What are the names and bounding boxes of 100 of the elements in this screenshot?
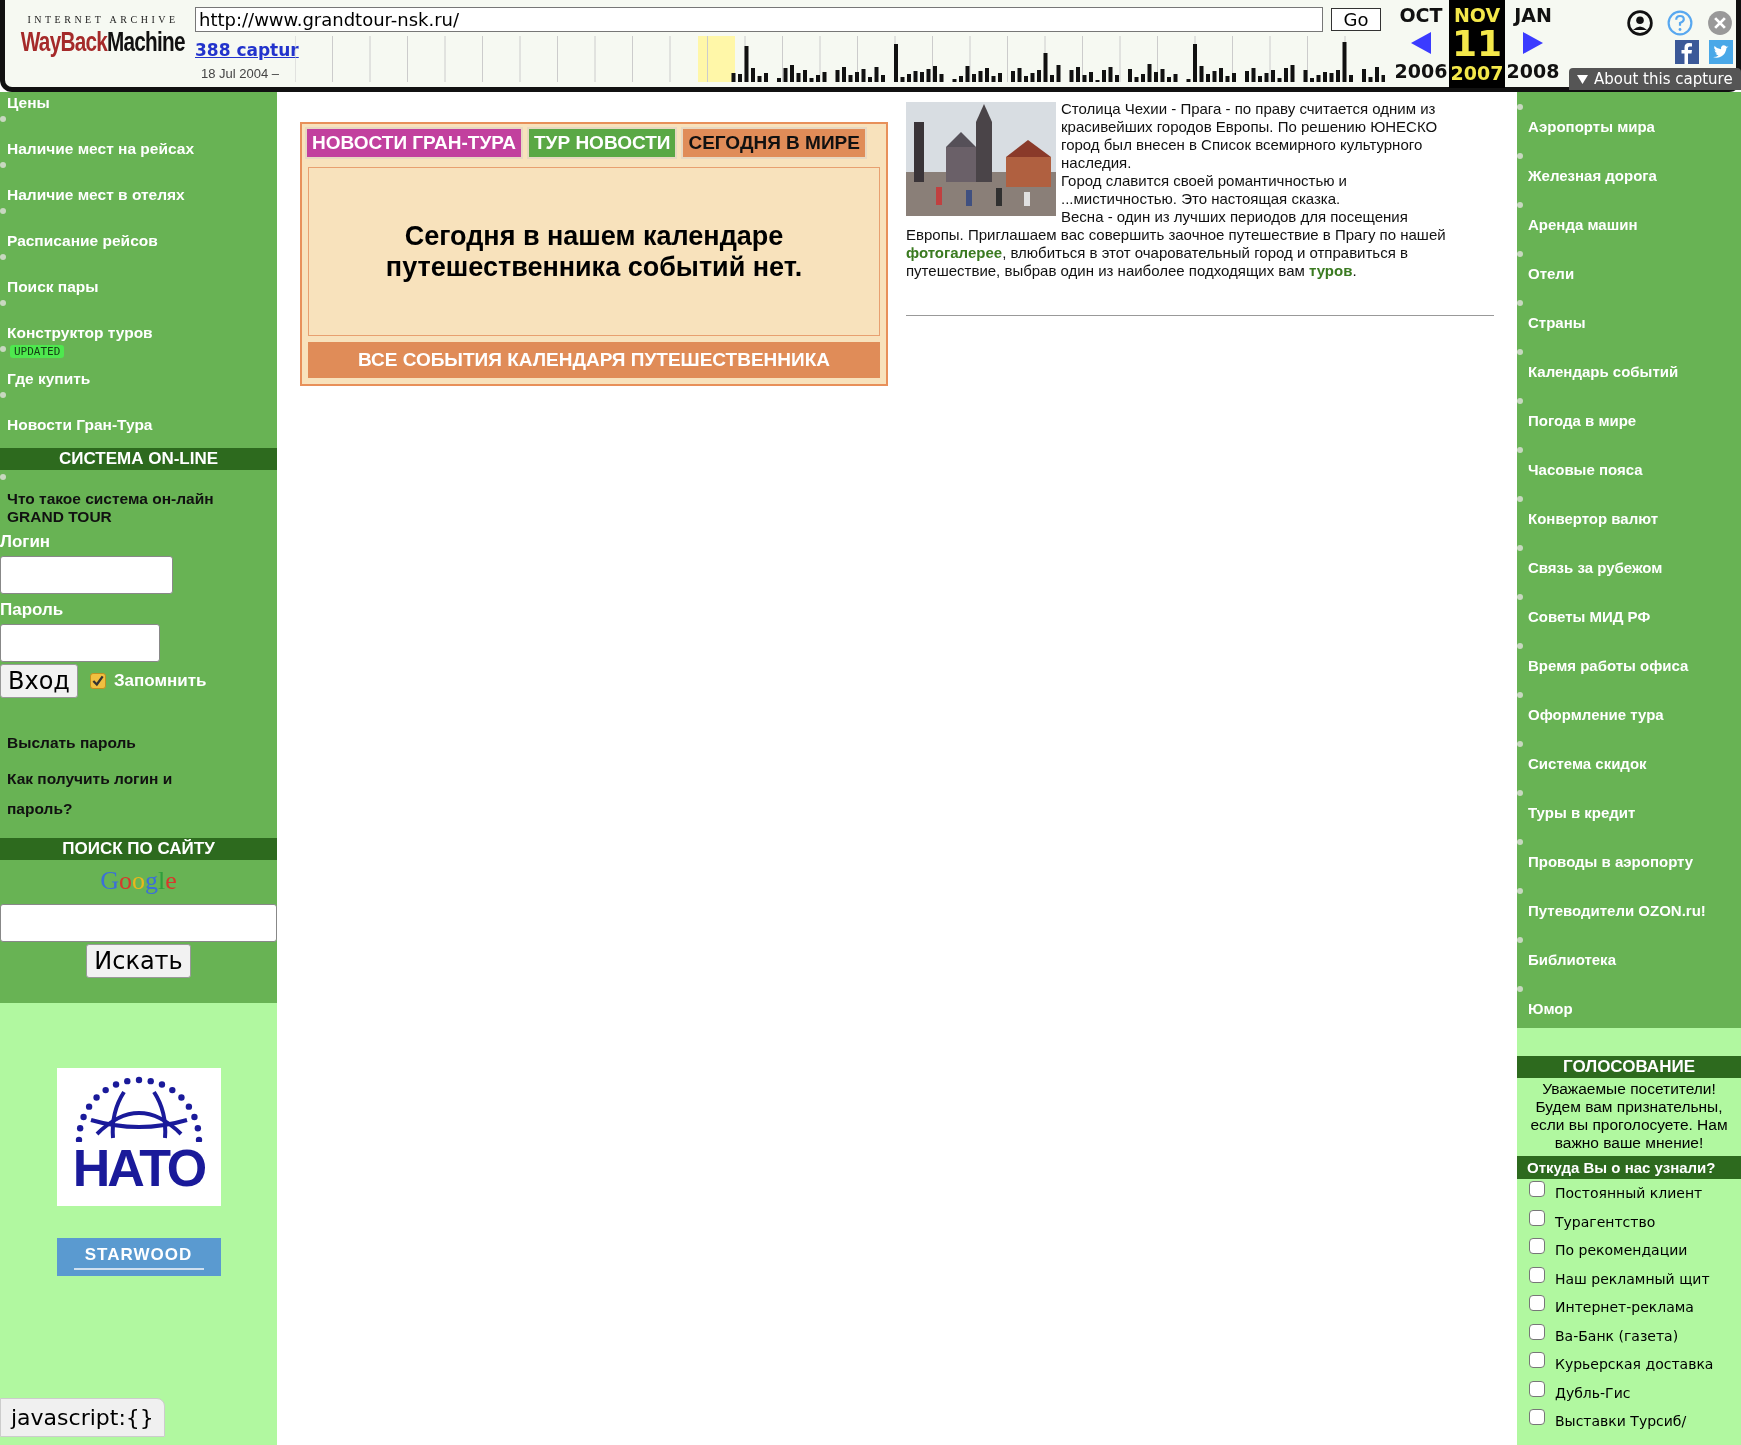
year-label[interactable]: 2006 [1394,60,1448,82]
year-label[interactable]: 2007 [1450,62,1504,84]
bullet-icon [1517,937,1523,943]
logo-text: НАТО [72,1142,205,1194]
remember-checkbox[interactable] [89,673,106,689]
calendar-message: Сегодня в нашем календаре путешественника событий нет. [308,167,880,336]
facebook-icon[interactable] [1674,40,1699,64]
bullet-icon [1517,545,1523,551]
menu-link[interactable]: Система скидок [1528,755,1647,772]
account-link[interactable]: Выслать пароль [0,728,237,758]
menu-link[interactable]: Страны [1528,314,1586,331]
poll-checkbox[interactable] [1529,1266,1545,1283]
year-label[interactable]: 2008 [1506,60,1560,82]
bullet-icon [1517,496,1523,502]
menu-link[interactable]: Календарь событий [1528,363,1679,380]
poll-checkbox[interactable] [1529,1380,1545,1397]
twitter-icon[interactable] [1708,40,1733,64]
gallery-link[interactable]: фотогалерее [906,244,1003,261]
bullet-icon [0,116,6,122]
menu-link[interactable]: Советы МИД РФ [1528,608,1651,625]
wayback-logo[interactable]: WayBackMachine [21,25,185,59]
menu-link[interactable]: Новости Гран-Тура [7,416,277,434]
poll-checkbox[interactable] [1529,1181,1545,1198]
bullet-icon [1517,349,1523,355]
search-field[interactable] [0,904,277,942]
menu-link[interactable]: Время работы офиса [1528,657,1689,674]
close-icon[interactable] [1706,10,1733,36]
previous-arrow-icon[interactable] [1411,32,1431,54]
menu-link[interactable]: Проводы в аэропорту [1528,853,1694,870]
about-capture-button[interactable]: About this capture [1569,68,1741,90]
menu-link[interactable]: Туры в кредит [1528,804,1636,821]
bullet-icon [1517,790,1523,796]
search-button[interactable]: Искать [86,944,191,978]
poll-checkbox[interactable] [1529,1323,1545,1340]
bullet-icon [1517,839,1523,845]
news-tab[interactable]: ТУР НОВОСТИ [527,127,678,159]
menu-link[interactable]: Наличие мест на рейсах [7,140,277,158]
partner-logo[interactable]: STARWOOD [56,1238,221,1276]
section-header: ГОЛОСОВАНИЕ [1517,1056,1741,1078]
menu-link[interactable]: Аренда машин [1528,216,1638,233]
article-paragraph: Город славится своей романтичностью и ...мистичностью. Это настоящая сказка. [1061,172,1348,208]
password-field[interactable] [0,624,160,662]
menu-link[interactable]: Связь за рубежом [1528,559,1663,576]
bullet-icon [1517,692,1523,698]
menu-link[interactable]: Что такое система он-лайн GRAND TOUR [7,490,247,526]
option-label: Ва-Банк (газета) [1555,1327,1679,1344]
menu-link[interactable]: Отели [1528,265,1575,282]
bullet-icon [1517,251,1523,257]
menu-link[interactable]: Цены [7,94,277,112]
menu-link[interactable]: Путеводители OZON.ru! [1528,902,1706,919]
poll-checkbox[interactable] [1529,1409,1545,1426]
bullet-icon [0,162,6,168]
poll-checkbox[interactable] [1529,1209,1545,1226]
month-label[interactable]: JAN [1514,4,1552,26]
menu-link[interactable]: Поиск пары [7,278,277,296]
bullet-icon [0,300,6,306]
next-arrow-icon[interactable] [1523,32,1543,54]
tours-link[interactable]: туров [1308,262,1353,279]
partner-logo[interactable]: НАТО [56,1068,221,1206]
bullet-icon [1517,104,1523,110]
menu-link[interactable]: Юмор [1528,1000,1573,1017]
month-label[interactable]: OCT [1399,4,1443,26]
poll-checkbox[interactable] [1529,1295,1545,1312]
option-label: Интернет-реклама [1555,1299,1694,1316]
bullet-icon [1517,741,1523,747]
news-tab[interactable]: СЕГОДНЯ В МИРЕ [681,127,867,159]
menu-link[interactable]: Погода в мире [1528,412,1637,429]
go-button[interactable]: Go [1331,8,1381,31]
all-events-button[interactable]: ВСЕ СОБЫТИЯ КАЛЕНДАРЯ ПУТЕШЕСТВЕННИКА [308,342,880,378]
account-link[interactable]: Как получить логин и пароль? [0,764,237,824]
menu-link[interactable]: Часовые пояса [1528,461,1643,478]
bullet-icon [1517,888,1523,894]
menu-link[interactable]: Библиотека [1528,951,1616,968]
login-button[interactable]: Вход [0,664,78,698]
menu-link[interactable]: Оформление тура [1528,706,1664,723]
bullet-icon [1517,300,1523,306]
bullet-icon [1517,153,1523,159]
article-paragraph: Европы. Приглашаем вас совершить заочное путешествие в Прагу по нашей фотогалерее, влюбиться в этот очаровательный город и отправиться в путешествие, выбрав один из наиболее подходящих вам туров. [906,226,1447,280]
logo-caption: INTERNET ARCHIVE [27,14,179,25]
menu-link[interactable]: Где купить [7,370,277,388]
bullet-icon [0,392,6,398]
menu-link[interactable]: Наличие мест в отелях [7,186,277,204]
poll-checkbox[interactable] [1529,1352,1545,1369]
news-tab[interactable]: НОВОСТИ ГРАН-ТУРА [305,127,523,159]
section-header: СИСТЕМА ON-LINE [0,448,277,470]
updated-badge: UPDATED [10,345,65,358]
menu-link[interactable]: Конвертор валют [1528,510,1659,527]
menu-link[interactable]: Аэропорты мира [1528,118,1655,135]
login-field[interactable] [0,556,173,594]
month-label[interactable]: NOV [1453,4,1501,26]
poll-checkbox[interactable] [1529,1238,1545,1255]
article-paragraph: Весна - один из лучших периодов для посещения [1061,208,1409,226]
menu-link[interactable]: Расписание рейсов [7,232,277,250]
bullet-icon [1517,594,1523,600]
bullet-icon [1517,202,1523,208]
poll-question: Откуда Вы о нас узнали? [1517,1156,1741,1179]
menu-link[interactable]: Железная дорога [1528,167,1657,184]
user-icon[interactable] [1626,10,1653,36]
url-field[interactable]: http://www.grandtour-nsk.ru/ [195,7,1323,32]
menu-link[interactable]: Конструктор туров [7,324,277,342]
